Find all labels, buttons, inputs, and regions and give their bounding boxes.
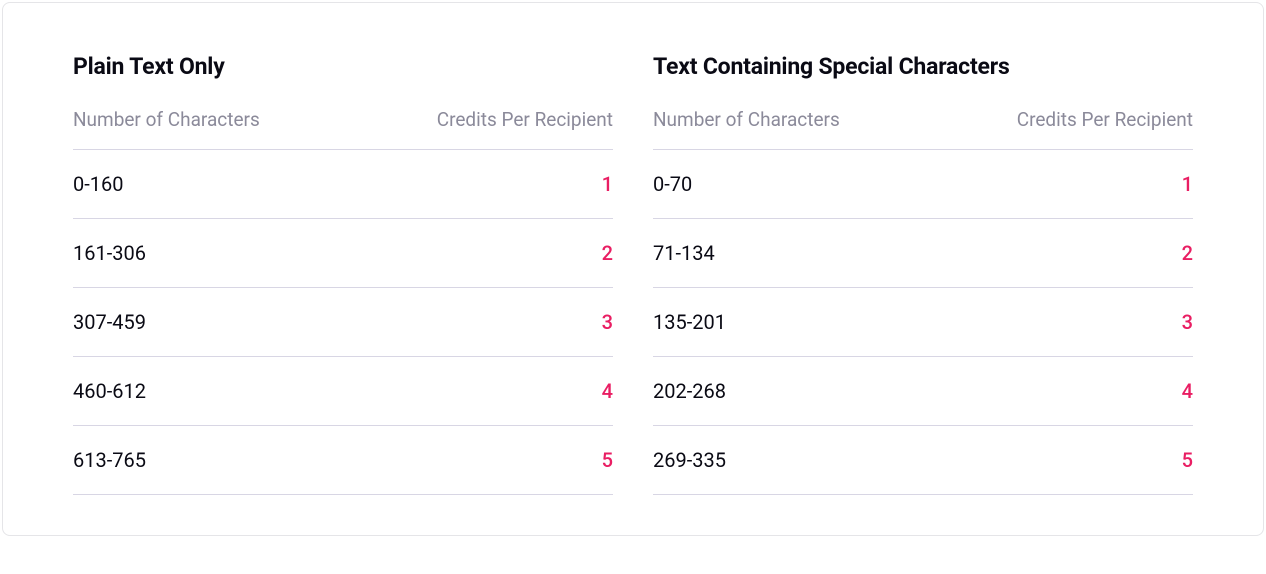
credits-value: 4: [1182, 379, 1193, 403]
credits-value: 3: [1182, 310, 1193, 334]
pricing-tables-container: Plain Text Only Number of Characters Cre…: [2, 2, 1264, 536]
table-row: 202-268 4: [653, 357, 1193, 426]
credits-value: 5: [602, 448, 613, 472]
column-header-credits: Credits Per Recipient: [1017, 108, 1193, 131]
credits-value: 2: [1182, 241, 1193, 265]
table-row: 613-765 5: [73, 426, 613, 495]
credits-value: 5: [1182, 448, 1193, 472]
table-row: 161-306 2: [73, 219, 613, 288]
table-row: 0-160 1: [73, 150, 613, 219]
column-header-characters: Number of Characters: [653, 108, 840, 131]
table-header-row: Number of Characters Credits Per Recipie…: [73, 108, 613, 150]
character-range: 307-459: [73, 310, 146, 334]
credits-value: 2: [602, 241, 613, 265]
plain-text-table: Plain Text Only Number of Characters Cre…: [73, 53, 613, 495]
special-characters-table: Text Containing Special Characters Numbe…: [653, 53, 1193, 495]
table-row: 0-70 1: [653, 150, 1193, 219]
column-header-characters: Number of Characters: [73, 108, 260, 131]
credits-value: 4: [602, 379, 613, 403]
character-range: 161-306: [73, 241, 146, 265]
table-title: Text Containing Special Characters: [653, 53, 1193, 80]
character-range: 460-612: [73, 379, 146, 403]
character-range: 71-134: [653, 241, 715, 265]
column-header-credits: Credits Per Recipient: [437, 108, 613, 131]
character-range: 0-70: [653, 172, 692, 196]
table-row: 307-459 3: [73, 288, 613, 357]
credits-value: 1: [602, 172, 613, 196]
character-range: 269-335: [653, 448, 726, 472]
character-range: 613-765: [73, 448, 146, 472]
table-row: 71-134 2: [653, 219, 1193, 288]
table-row: 269-335 5: [653, 426, 1193, 495]
character-range: 202-268: [653, 379, 726, 403]
table-title: Plain Text Only: [73, 53, 613, 80]
credits-value: 3: [602, 310, 613, 334]
table-row: 135-201 3: [653, 288, 1193, 357]
credits-value: 1: [1182, 172, 1193, 196]
character-range: 135-201: [653, 310, 726, 334]
table-row: 460-612 4: [73, 357, 613, 426]
table-header-row: Number of Characters Credits Per Recipie…: [653, 108, 1193, 150]
character-range: 0-160: [73, 172, 124, 196]
